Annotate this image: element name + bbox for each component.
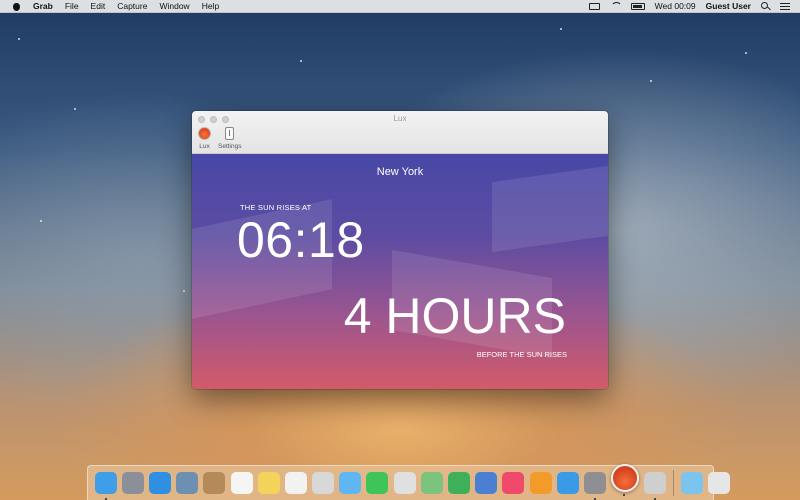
dock-ibooks-icon[interactable]	[529, 472, 552, 494]
dock-downloads-folder-icon[interactable]	[680, 472, 703, 494]
dock-numbers-icon[interactable]	[448, 472, 471, 494]
dock-app-store-icon[interactable]	[556, 472, 579, 494]
airplay-icon[interactable]	[588, 2, 600, 10]
star	[650, 80, 652, 82]
spotlight-search-icon[interactable]	[761, 1, 770, 11]
dock-separator	[672, 470, 674, 496]
sun-icon	[198, 127, 211, 140]
dock-photo-booth-icon[interactable]	[312, 472, 335, 494]
menu-file[interactable]: File	[65, 1, 79, 11]
dock-finder-icon[interactable]	[94, 472, 117, 500]
menu-bar: Grab File Edit Capture Window Help Wed 0…	[0, 0, 800, 13]
toolbar-settings-button[interactable]: Settings	[218, 127, 242, 150]
dock-contacts-icon[interactable]	[203, 472, 226, 494]
dock-mail-icon[interactable]	[176, 472, 199, 494]
countdown-value: 4 HOURS	[343, 288, 566, 344]
dock-trash-icon[interactable]	[707, 472, 730, 494]
countdown-label: BEFORE THE SUN RISES	[476, 350, 567, 359]
window-title: Lux	[393, 114, 407, 123]
battery-icon[interactable]	[630, 2, 645, 10]
menu-edit[interactable]: Edit	[91, 1, 106, 11]
star	[40, 220, 42, 222]
notification-center-icon[interactable]	[780, 2, 790, 10]
star	[183, 290, 185, 292]
dock-safari-icon[interactable]	[148, 472, 171, 494]
dock-calendar-icon[interactable]	[230, 472, 253, 494]
toolbar-lux-label: Lux	[199, 143, 210, 150]
dock-lux-icon[interactable]	[611, 464, 640, 496]
apple-icon[interactable]	[11, 2, 23, 11]
lux-window: Lux Lux Settings New York THE SUN RISES …	[192, 111, 608, 389]
sunrise-panel: New York THE SUN RISES AT 06:18 4 HOURS …	[192, 154, 608, 389]
dock-messages-icon[interactable]	[339, 472, 362, 494]
star	[74, 108, 76, 110]
dock-photos-icon[interactable]	[393, 472, 416, 494]
city-name: New York	[376, 166, 424, 178]
star	[300, 60, 302, 62]
dock-system-preferences-icon[interactable]	[583, 472, 606, 500]
menu-app-name[interactable]: Grab	[33, 1, 53, 11]
sunrise-time: 06:18	[237, 212, 365, 268]
dock-launchpad-icon[interactable]	[121, 472, 144, 494]
toolbar-lux-button[interactable]: Lux	[198, 127, 211, 150]
menu-help[interactable]: Help	[202, 1, 219, 11]
dock	[87, 464, 730, 500]
wifi-icon[interactable]	[610, 2, 622, 10]
dock-maps-icon[interactable]	[420, 472, 443, 494]
dock-facetime-icon[interactable]	[366, 472, 389, 494]
dock-grab-icon[interactable]	[644, 472, 667, 500]
star	[18, 38, 20, 40]
menu-user[interactable]: Guest User	[706, 1, 751, 11]
window-titlebar[interactable]: Lux Lux Settings	[192, 111, 608, 154]
dock-reminders-icon[interactable]	[284, 472, 307, 494]
star	[560, 28, 562, 30]
status-area: Wed 00:09 Guest User	[588, 1, 800, 11]
settings-icon	[225, 127, 235, 140]
star	[745, 52, 747, 54]
dock-notes-icon[interactable]	[257, 472, 280, 494]
menu-clock[interactable]: Wed 00:09	[655, 1, 696, 11]
menu-window[interactable]: Window	[159, 1, 189, 11]
dock-keynote-icon[interactable]	[475, 472, 498, 494]
toolbar-settings-label: Settings	[218, 143, 242, 150]
sunrise-label: THE SUN RISES AT	[240, 203, 312, 212]
dock-itunes-icon[interactable]	[502, 472, 525, 494]
menu-capture[interactable]: Capture	[117, 1, 147, 11]
background-facet	[492, 165, 608, 253]
